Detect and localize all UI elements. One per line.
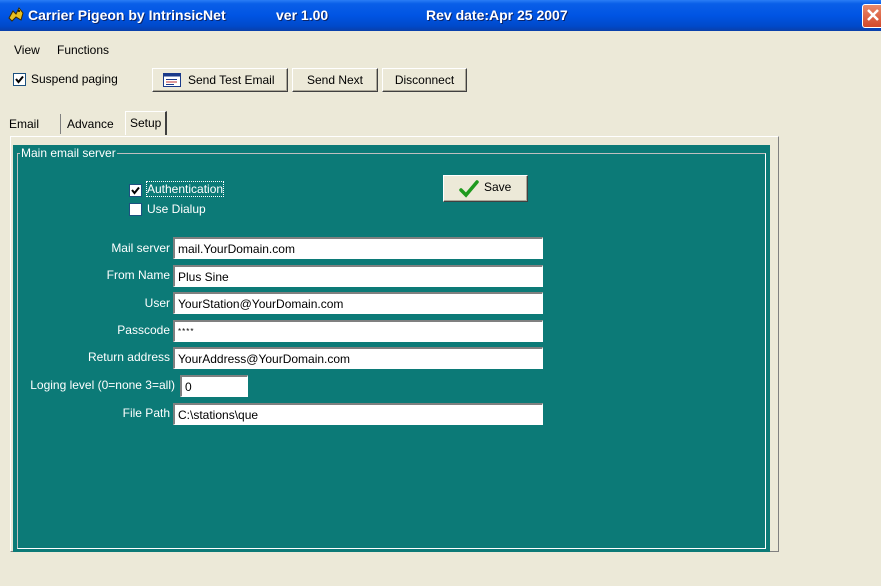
app-version: ver 1.00 [276, 7, 329, 23]
pigeon-app-icon [7, 6, 25, 24]
file-path-input[interactable]: C:\stations\que [173, 403, 543, 425]
use-dialup-checkbox[interactable] [129, 203, 142, 216]
menu-functions[interactable]: Functions [57, 43, 109, 57]
tab-advance[interactable]: Advance [60, 114, 114, 134]
title-bar[interactable]: Carrier Pigeon by IntrinsicNet ver 1.00 … [0, 0, 881, 31]
authentication-label: Authentication [145, 181, 225, 197]
tab-email[interactable]: Email [9, 114, 39, 134]
menu-bar: View Functions [0, 42, 881, 60]
logging-level-input[interactable]: 0 [180, 375, 248, 397]
suspend-paging-label: Suspend paging [31, 72, 118, 86]
email-list-icon [163, 73, 181, 87]
send-next-label: Send Next [306, 73, 364, 87]
disconnect-label: Disconnect [394, 73, 455, 87]
logging-level-label: Loging level (0=none 3=all) [30, 378, 175, 392]
checkmark-icon [131, 186, 140, 195]
use-dialup-label: Use Dialup [147, 202, 206, 216]
close-icon [867, 9, 879, 21]
from-name-input[interactable]: Plus Sine [173, 265, 543, 287]
save-button[interactable]: Save [443, 175, 528, 202]
user-label: User [144, 296, 170, 310]
menu-view[interactable]: View [14, 43, 40, 57]
app-title: Carrier Pigeon by IntrinsicNet [28, 7, 226, 23]
send-test-email-button[interactable]: Send Test Email [152, 68, 288, 92]
save-label: Save [484, 180, 512, 194]
checkmark-icon [15, 75, 24, 84]
disconnect-button[interactable]: Disconnect [382, 68, 467, 92]
return-address-label: Return address [87, 350, 170, 364]
suspend-paging-checkbox[interactable] [13, 73, 26, 86]
checkmark-icon [459, 180, 479, 198]
mail-server-label: Mail server [111, 241, 170, 255]
send-test-email-label: Send Test Email [188, 73, 275, 87]
return-address-input[interactable]: YourAddress@YourDomain.com [173, 347, 543, 369]
passcode-input[interactable]: **** [173, 320, 543, 342]
group-title: Main email server [20, 146, 117, 160]
from-name-label: From Name [106, 268, 170, 282]
mail-server-input[interactable]: mail.YourDomain.com [173, 237, 543, 259]
close-button[interactable] [862, 4, 881, 28]
file-path-label: File Path [122, 406, 170, 420]
rev-date: Rev date:Apr 25 2007 [426, 7, 568, 23]
send-next-button[interactable]: Send Next [292, 68, 378, 92]
authentication-checkbox[interactable] [129, 184, 142, 197]
user-input[interactable]: YourStation@YourDomain.com [173, 292, 543, 314]
passcode-label: Passcode [117, 323, 170, 337]
tab-setup[interactable]: Setup [125, 111, 168, 135]
